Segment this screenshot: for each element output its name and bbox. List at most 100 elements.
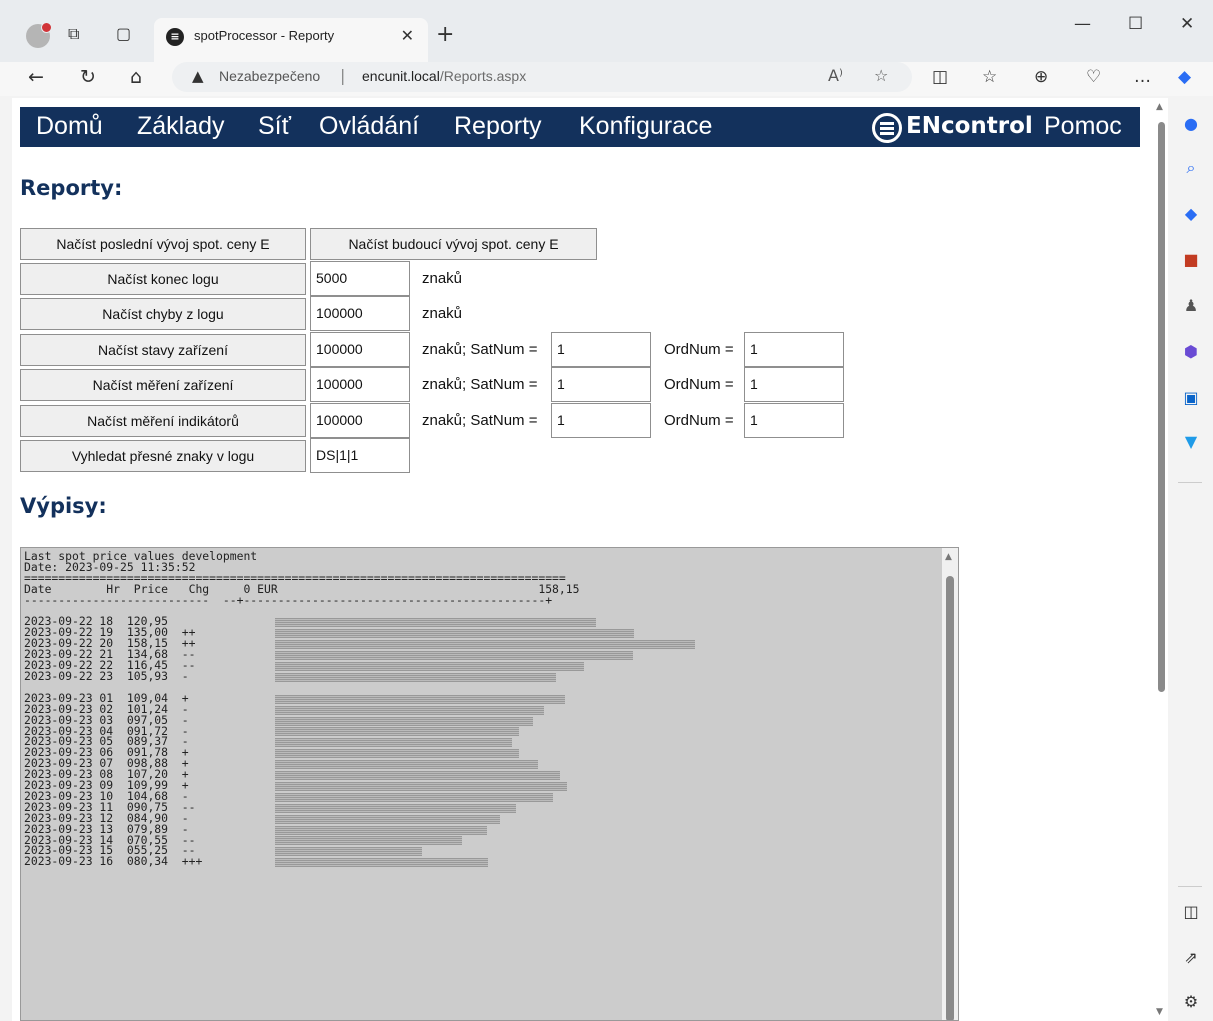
address-bar[interactable]: ▲ Nezabezpečeno | encunit.local/Reports.… — [172, 62, 912, 92]
read-aloud-icon[interactable]: A⁾ — [828, 66, 843, 85]
nav-item-control[interactable]: Ovládání — [319, 112, 419, 141]
nav-item-network[interactable]: Síť — [258, 112, 291, 141]
browser-tab[interactable]: ≡ spotProcessor - Reporty ✕ — [154, 18, 428, 62]
device-measurements-chars-input[interactable]: 100000 — [310, 367, 410, 402]
price-bar — [275, 781, 567, 791]
games-icon[interactable]: ♟ — [1181, 296, 1201, 316]
log-end-chars-input[interactable]: 5000 — [310, 261, 410, 296]
price-bar — [275, 760, 538, 770]
satnum-label: znaků; SatNum = — [422, 376, 538, 393]
device-states-ordnum-input[interactable]: 1 — [744, 332, 844, 367]
settings-gear-icon[interactable]: ⚙ — [1181, 992, 1201, 1012]
reports-heading: Reporty: — [20, 176, 123, 200]
refresh-icon[interactable]: ↻ — [80, 66, 96, 88]
scroll-down-icon[interactable]: ▼ — [1156, 1007, 1163, 1017]
indicator-measurements-chars-input[interactable]: 100000 — [310, 403, 410, 438]
satnum-label: znaků; SatNum = — [422, 341, 538, 358]
browser-titlebar: ⧉ ▢ ≡ spotProcessor - Reporty ✕ + — ☐ ✕ — [0, 0, 1213, 62]
site-favicon-icon: ≡ — [166, 28, 184, 46]
output-scrollbar[interactable]: ▲ — [942, 548, 958, 1020]
indicator-measurements-satnum-input[interactable]: 1 — [551, 403, 651, 438]
outlook-icon[interactable]: ▣ — [1181, 388, 1201, 408]
load-log-errors-button[interactable]: Načíst chyby z logu — [20, 298, 306, 330]
device-states-satnum-input[interactable]: 1 — [551, 332, 651, 367]
load-device-measurements-button[interactable]: Načíst měření zařízení — [20, 369, 306, 401]
price-bar — [275, 705, 544, 715]
home-icon[interactable]: ⌂ — [130, 66, 142, 88]
price-bar — [275, 749, 519, 759]
price-bar — [275, 672, 556, 682]
load-log-end-button[interactable]: Načíst konec logu — [20, 263, 306, 295]
listings-heading: Výpisy: — [20, 494, 107, 518]
price-bar — [275, 716, 533, 726]
top-navigation: Domů Základy Síť Ovládání Reporty Konfig… — [20, 107, 1140, 147]
search-icon[interactable]: ⌕ — [1181, 158, 1201, 178]
load-last-spot-button[interactable]: Načíst poslední vývoj spot. ceny E — [20, 228, 306, 260]
encontrol-logo-icon — [872, 113, 902, 143]
url-text[interactable]: encunit.local/Reports.aspx — [362, 68, 526, 84]
nav-item-reports[interactable]: Reporty — [454, 112, 542, 141]
browser-toolbar: ← ↻ ⌂ ▲ Nezabezpečeno | encunit.local/Re… — [0, 62, 1213, 96]
ordnum-label: OrdNum = — [664, 341, 734, 358]
report-output-textarea[interactable]: Last spot price values development Date:… — [20, 547, 959, 1021]
price-bar — [275, 814, 500, 824]
price-bar — [275, 836, 462, 846]
favorites-icon[interactable]: ☆ — [982, 67, 997, 87]
nav-item-configuration[interactable]: Konfigurace — [579, 112, 712, 141]
minimize-button[interactable]: — — [1074, 14, 1091, 34]
tab-actions-icon[interactable]: ▢ — [116, 24, 131, 43]
page-scroll-thumb[interactable] — [1158, 122, 1165, 692]
url-separator: | — [340, 66, 346, 85]
notifications-icon[interactable]: ● — [1181, 114, 1201, 134]
scroll-up-icon[interactable]: ▲ — [1156, 102, 1163, 112]
copilot-icon[interactable]: ◆ — [1178, 67, 1191, 87]
back-icon[interactable]: ← — [28, 66, 44, 88]
price-bar — [275, 651, 633, 661]
collections-icon[interactable]: ⊕ — [1034, 67, 1048, 87]
price-bar — [275, 662, 584, 671]
nav-item-basics[interactable]: Základy — [137, 112, 225, 141]
device-measurements-ordnum-input[interactable]: 1 — [744, 367, 844, 402]
price-bar — [275, 771, 560, 780]
load-device-states-button[interactable]: Načíst stavy zařízení — [20, 334, 306, 366]
output-scroll-thumb[interactable] — [946, 576, 954, 1020]
device-measurements-satnum-input[interactable]: 1 — [551, 367, 651, 402]
search-log-input[interactable]: DS|1|1 — [310, 438, 410, 473]
ordnum-label: OrdNum = — [664, 376, 734, 393]
page-viewport: Domů Základy Síť Ovládání Reporty Konfig… — [12, 98, 1168, 1021]
tab-close-icon[interactable]: ✕ — [401, 26, 414, 45]
nav-item-home[interactable]: Domů — [36, 112, 103, 141]
price-bar — [275, 618, 596, 628]
workspaces-icon[interactable]: ⧉ — [68, 24, 79, 44]
load-future-spot-button[interactable]: Načíst budoucí vývoj spot. ceny E — [310, 228, 597, 260]
maximize-button[interactable]: ☐ — [1128, 14, 1143, 34]
nav-item-help[interactable]: Pomoc — [1044, 112, 1122, 141]
profile-avatar[interactable] — [26, 22, 52, 48]
open-external-icon[interactable]: ⇗ — [1181, 948, 1201, 968]
hide-sidebar-icon[interactable]: ◫ — [1181, 902, 1201, 922]
new-tab-button[interactable]: + — [436, 22, 454, 47]
indicator-measurements-ordnum-input[interactable]: 1 — [744, 403, 844, 438]
log-errors-chars-input[interactable]: 100000 — [310, 296, 410, 331]
warning-icon[interactable]: ▲ — [192, 67, 204, 85]
scroll-up-icon[interactable]: ▲ — [945, 552, 952, 562]
page-scrollbar[interactable]: ▲ ▼ — [1154, 98, 1168, 1021]
shopping-icon[interactable]: ◆ — [1181, 204, 1201, 224]
more-menu-icon[interactable]: … — [1134, 67, 1151, 87]
price-bar — [275, 694, 565, 704]
price-bar — [275, 629, 634, 639]
split-screen-icon[interactable]: ◫ — [932, 67, 948, 87]
drop-icon[interactable]: ▼ — [1181, 432, 1201, 452]
price-bar — [275, 803, 516, 813]
edge-sidebar: ● ⌕ ◆ ■ ♟ ⬢ ▣ ▼ ◫ ⇗ ⚙ — [1168, 96, 1213, 1021]
tools-icon[interactable]: ■ — [1181, 250, 1201, 270]
device-states-chars-input[interactable]: 100000 — [310, 332, 410, 367]
close-window-button[interactable]: ✕ — [1180, 14, 1194, 34]
search-log-button[interactable]: Vyhledat přesné znaky v logu — [20, 440, 306, 472]
price-bar — [275, 847, 422, 857]
microsoft365-icon[interactable]: ⬢ — [1181, 342, 1201, 362]
load-indicator-measurements-button[interactable]: Načíst měření indikátorů — [20, 405, 306, 437]
favorite-star-icon[interactable]: ☆ — [874, 66, 888, 85]
browser-essentials-icon[interactable]: ♡ — [1086, 67, 1101, 87]
security-status[interactable]: Nezabezpečeno — [219, 68, 320, 84]
